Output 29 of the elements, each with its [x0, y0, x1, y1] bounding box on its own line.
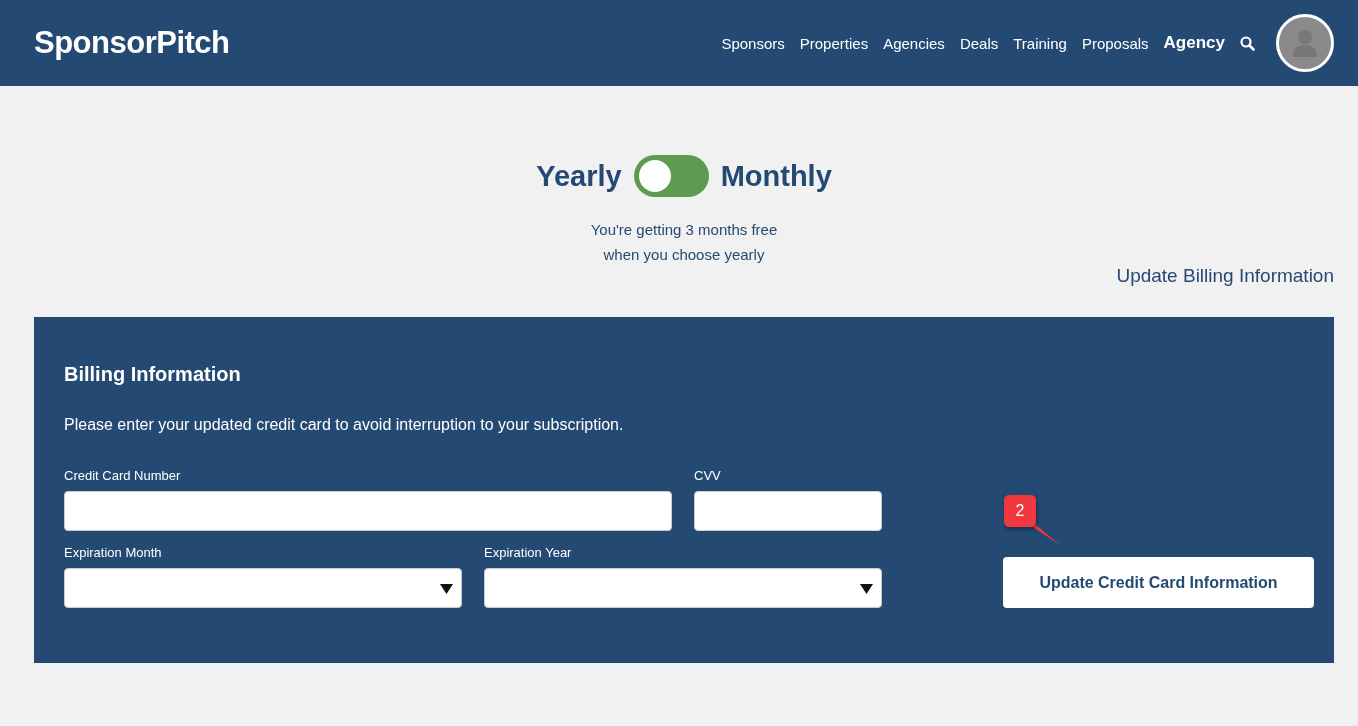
- nav-link[interactable]: Deals: [959, 34, 999, 52]
- site-logo[interactable]: SponsorPitch: [34, 25, 230, 61]
- nav-link[interactable]: Sponsors: [721, 34, 785, 52]
- input-field[interactable]: [694, 491, 882, 531]
- caret-icon: [440, 584, 453, 594]
- toggle-label: Monthly: [720, 159, 832, 193]
- update-card-button[interactable]: Update Credit Card Information: [1003, 557, 1314, 608]
- dropdown-field[interactable]: [64, 568, 462, 608]
- discount-note: You're getting 3 months free when you choose yearly: [590, 220, 778, 265]
- nav-link[interactable]: Properties: [799, 34, 869, 52]
- caret-icon: [860, 584, 873, 594]
- section-title: Billing Information: [64, 363, 242, 386]
- instruction-text: Please enter your updated credit card to avoid interruption to your subscription.: [64, 416, 625, 434]
- update-billing-link[interactable]: Update Billing Information: [1116, 265, 1334, 287]
- nav-link[interactable]: Agencies: [883, 34, 945, 52]
- field-label: CVV: [694, 468, 722, 483]
- input-field[interactable]: [64, 491, 672, 531]
- plan-toggle-switch[interactable]: [633, 155, 709, 197]
- dropdown-field[interactable]: [484, 568, 882, 608]
- field-label: Expiration Month: [64, 545, 163, 560]
- nav-link[interactable]: Training: [1013, 34, 1067, 52]
- account-link[interactable]: Agency: [1163, 33, 1225, 53]
- field-label: Expiration Year: [484, 545, 573, 560]
- toggle-label: Yearly: [536, 159, 622, 193]
- search-icon[interactable]: [1240, 35, 1255, 51]
- field-label: Credit Card Number: [64, 468, 182, 483]
- step-callout: 2: [1004, 495, 1074, 551]
- user-avatar[interactable]: [1276, 14, 1334, 72]
- nav-link[interactable]: Proposals: [1081, 34, 1149, 52]
